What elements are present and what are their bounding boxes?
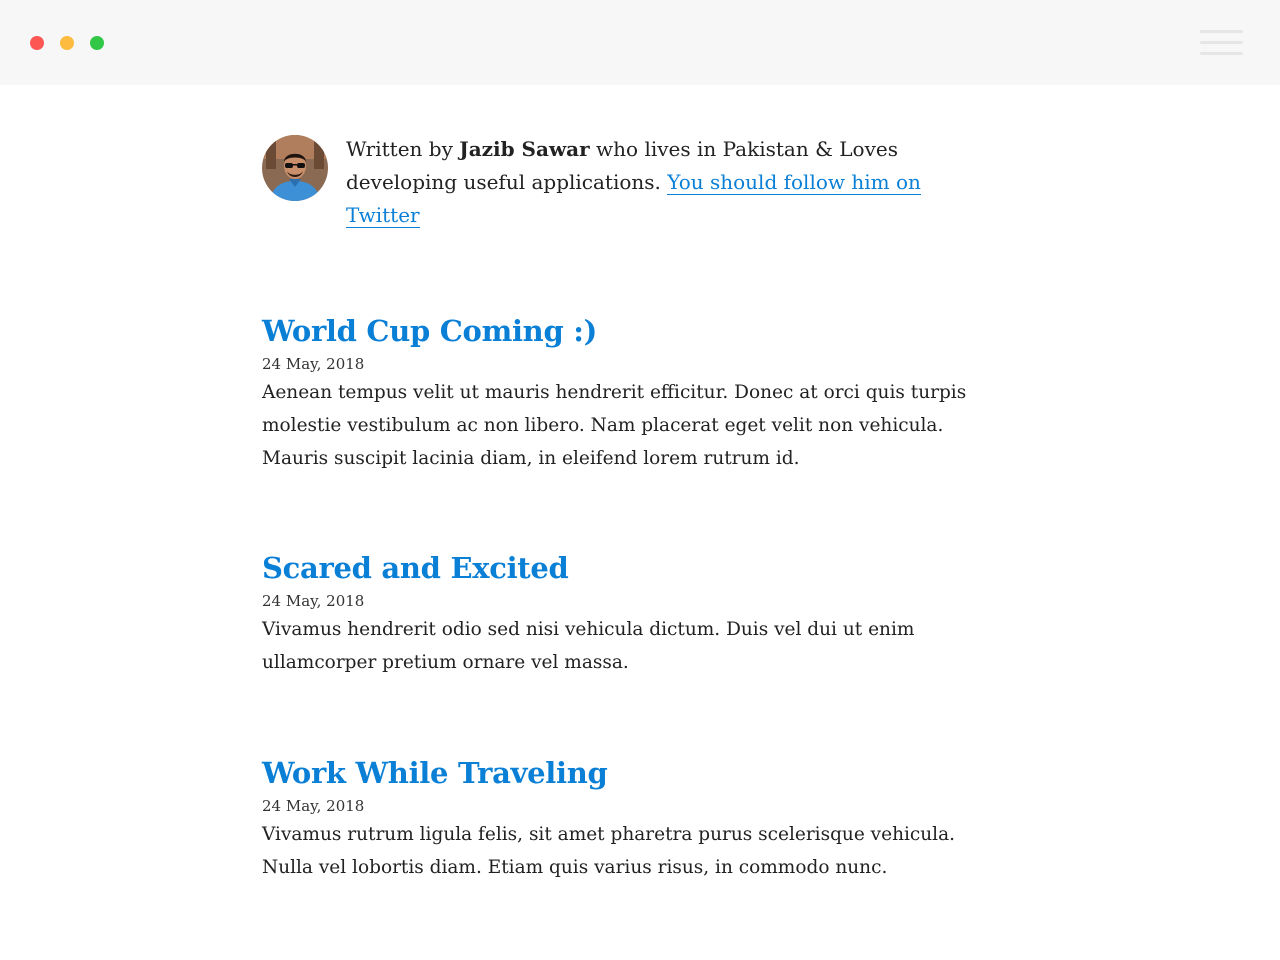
post-date: 24 May, 2018 [262,797,365,815]
avatar-photo-icon [262,135,328,201]
post-item: World Cup Coming :) 24 May, 2018 Aenean … [262,311,1002,475]
post-title[interactable]: Scared and Excited [262,548,1002,588]
post-excerpt: Aenean tempus velit ut mauris hendrerit … [262,382,967,469]
window-maximize-button[interactable] [90,36,104,50]
avatar [262,135,328,201]
author-prefix: Written by [346,137,460,161]
post-excerpt: Vivamus rutrum ligula felis, sit amet ph… [262,824,956,878]
post-item: Work While Traveling 24 May, 2018 Vivamu… [262,753,1002,884]
hamburger-menu-icon[interactable] [1200,30,1243,56]
post-date: 24 May, 2018 [262,592,365,610]
window-title-bar [0,0,1280,85]
author-name: Jazib Sawar [459,137,590,161]
post-item: Scared and Excited 24 May, 2018 Vivamus … [262,548,1002,679]
post-title[interactable]: World Cup Coming :) [262,311,1002,351]
post-date: 24 May, 2018 [262,355,365,373]
window-minimize-button[interactable] [60,36,74,50]
post-title[interactable]: Work While Traveling [262,753,1002,793]
author-bio-text: Written by Jazib Sawar who lives in Paki… [346,133,986,232]
post-excerpt: Vivamus hendrerit odio sed nisi vehicula… [262,619,915,673]
window-close-button[interactable] [30,36,44,50]
